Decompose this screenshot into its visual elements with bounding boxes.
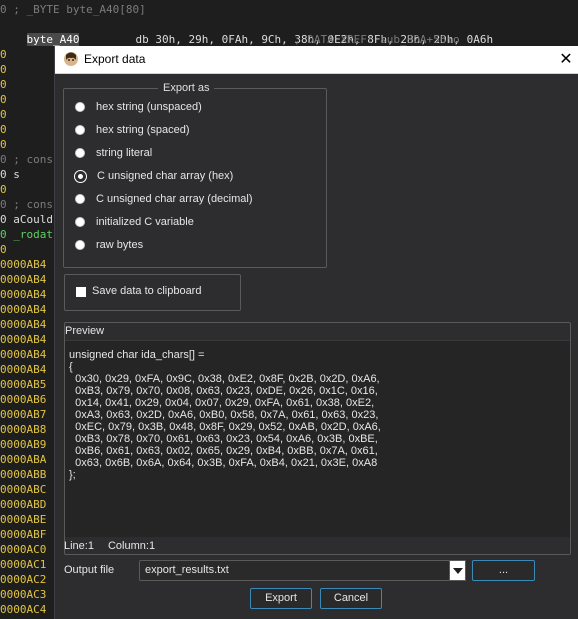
- radio-c-array-hex[interactable]: C unsigned char array (hex): [75, 167, 233, 185]
- address: 0000AB4: [0, 348, 47, 361]
- radio-c-array-decimal[interactable]: C unsigned char array (decimal): [75, 190, 253, 208]
- address: 0000ABF: [0, 528, 47, 541]
- address: 0000AC3: [0, 588, 47, 601]
- radio-label: raw bytes: [96, 239, 144, 251]
- radio-string-literal[interactable]: string literal: [75, 144, 152, 162]
- radio-circle-checked-icon[interactable]: [75, 170, 86, 182]
- address: 0000AB4: [0, 273, 47, 286]
- radio-circle-icon[interactable]: [75, 240, 85, 250]
- address: 0000AB7: [0, 408, 47, 421]
- address: 0000ABE: [0, 513, 47, 526]
- export-as-label: Export as: [158, 80, 215, 96]
- addr-zero: 0: [0, 138, 7, 151]
- radio-label: C unsigned char array (hex): [97, 170, 234, 182]
- address: 0000AC4: [0, 603, 47, 616]
- addr-zero: 0: [0, 63, 7, 76]
- disasm-line-byte-array[interactable]: byte_A40 db 30h, 29h, 0FAh, 9Ch, 38h, 0E2…: [0, 17, 493, 46]
- save-to-clipboard-checkbox[interactable]: Save data to clipboard: [64, 274, 241, 311]
- export-data-dialog: Export data ✕ Export as hex string (unsp…: [54, 46, 578, 619]
- address: 0000AC1: [0, 558, 47, 571]
- radio-hex-spaced[interactable]: hex string (spaced): [75, 121, 190, 139]
- radio-initialized-c-variable[interactable]: initialized C variable: [75, 213, 194, 231]
- addr-zero: 0: [0, 78, 7, 91]
- addr-zero: 0: [0, 183, 7, 196]
- address: 0000AB4: [0, 288, 47, 301]
- chevron-down-icon: [453, 568, 463, 574]
- dialog-titlebar[interactable]: Export data ✕: [55, 46, 578, 74]
- address: 0000AB9: [0, 438, 47, 451]
- checkbox-box-icon[interactable]: [76, 287, 86, 297]
- radio-circle-icon[interactable]: [75, 194, 85, 204]
- radio-hex-unspaced[interactable]: hex string (unspaced): [75, 98, 202, 116]
- disasm-acould: 0 aCould: [0, 213, 53, 226]
- address: 0000AC2: [0, 573, 47, 586]
- export-as-group: Export as hex string (unspaced) hex stri…: [63, 80, 327, 268]
- disasm-s-line: 0 s: [0, 168, 20, 181]
- address: 0000AB5: [0, 378, 47, 391]
- radio-raw-bytes[interactable]: raw bytes: [75, 236, 143, 254]
- address: 0000AB4: [0, 318, 47, 331]
- disasm-comment: 0 ; cons: [0, 198, 53, 211]
- address: 0000AB4: [0, 303, 47, 316]
- radio-label: C unsigned char array (decimal): [96, 193, 253, 205]
- address: 0000AB4: [0, 363, 47, 376]
- addr-zero: 0: [0, 123, 7, 136]
- dialog-title: Export data: [84, 52, 146, 66]
- ida-app-icon: [63, 51, 79, 67]
- address: 0000ABA: [0, 453, 47, 466]
- radio-circle-icon[interactable]: [75, 125, 85, 135]
- preview-text: unsigned char ida_chars[] = { 0x30, 0x29…: [69, 349, 381, 481]
- save-to-clipboard-label: Save data to clipboard: [92, 285, 202, 297]
- status-line: Line:1: [64, 540, 94, 552]
- radio-label: initialized C variable: [96, 216, 194, 228]
- address: 0000AB4: [0, 333, 47, 346]
- preview-group: Preview unsigned char ida_chars[] = { 0x…: [64, 322, 571, 555]
- address: 0000AB4: [0, 258, 47, 271]
- output-file-dropdown[interactable]: [449, 560, 466, 581]
- cursor-status: Line:1 Column:1: [64, 540, 169, 552]
- address: 0000ABC: [0, 483, 47, 496]
- radio-circle-icon[interactable]: [75, 148, 85, 158]
- cancel-button[interactable]: Cancel: [320, 588, 382, 609]
- preview-label: Preview: [65, 325, 105, 337]
- export-button[interactable]: Export: [250, 588, 312, 609]
- disasm-line-comment: 0 ; _BYTE byte_A40[80]: [0, 3, 146, 16]
- address: 0000ABB: [0, 468, 47, 481]
- addr-zero: 0: [0, 243, 7, 256]
- output-file-input[interactable]: export_results.txt: [139, 560, 450, 581]
- preview-text-area[interactable]: unsigned char ida_chars[] = { 0x30, 0x29…: [65, 340, 570, 537]
- address: 0000AB6: [0, 393, 47, 406]
- disasm-comment: 0 ; cons: [0, 153, 53, 166]
- addr-zero: 0: [0, 93, 7, 106]
- output-file-label: Output file: [64, 564, 115, 576]
- symbol-byte-a40[interactable]: byte_A40: [26, 33, 80, 46]
- addr-zero: 0: [0, 108, 7, 121]
- radio-circle-icon[interactable]: [75, 102, 85, 112]
- browse-button[interactable]: ...: [472, 560, 535, 581]
- disasm-rodat: 0 _rodat: [0, 228, 53, 241]
- address: 0000AC0: [0, 543, 47, 556]
- addr-zero: 0: [0, 48, 7, 61]
- radio-label: hex string (spaced): [96, 124, 190, 136]
- radio-label: string literal: [96, 147, 153, 159]
- close-icon[interactable]: ✕: [553, 46, 578, 73]
- radio-circle-icon[interactable]: [75, 217, 85, 227]
- xref-comment[interactable]: ; DATA XREF: sub_80A+56↑o: [294, 32, 460, 47]
- address: 0000ABD: [0, 498, 47, 511]
- radio-label: hex string (unspaced): [96, 101, 202, 113]
- address: 0000AB8: [0, 423, 47, 436]
- status-column: Column:1: [107, 540, 156, 552]
